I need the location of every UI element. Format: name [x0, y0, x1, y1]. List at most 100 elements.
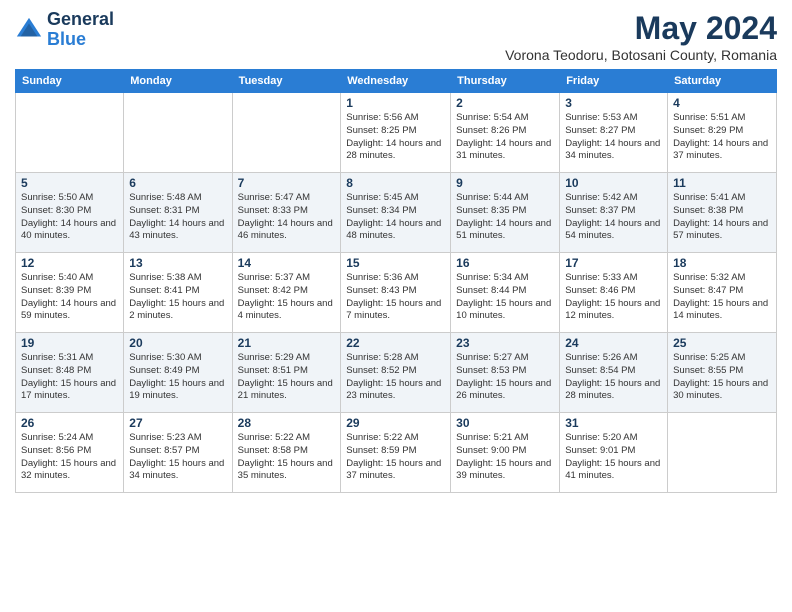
cell-week2-day1: 6 Sunrise: 5:48 AM Sunset: 8:31 PM Daylig…: [124, 173, 232, 253]
day-number: 6: [129, 176, 226, 190]
calendar-body: 1 Sunrise: 5:56 AM Sunset: 8:25 PM Daylig…: [16, 93, 777, 493]
day-number: 30: [456, 416, 554, 430]
week-row-5: 26 Sunrise: 5:24 AM Sunset: 8:56 PM Dayli…: [16, 413, 777, 493]
day-number: 15: [346, 256, 445, 270]
logo-general-text: General: [47, 9, 114, 29]
week-row-4: 19 Sunrise: 5:31 AM Sunset: 8:48 PM Dayli…: [16, 333, 777, 413]
logo: General Blue: [15, 10, 114, 50]
day-number: 28: [238, 416, 336, 430]
cell-week3-day5: 17 Sunrise: 5:33 AM Sunset: 8:46 PM Dayli…: [560, 253, 668, 333]
cell-week1-day0: [16, 93, 124, 173]
day-info: Sunrise: 5:42 AM Sunset: 8:37 PM Dayligh…: [565, 192, 662, 243]
day-number: 20: [129, 336, 226, 350]
day-info: Sunrise: 5:41 AM Sunset: 8:38 PM Dayligh…: [673, 192, 771, 243]
cell-week4-day1: 20Sunrise: 5:30 AM Sunset: 8:49 PM Dayli…: [124, 333, 232, 413]
col-saturday: Saturday: [668, 70, 777, 93]
day-number: 1: [346, 96, 445, 110]
cell-week3-day4: 16 Sunrise: 5:34 AM Sunset: 8:44 PM Dayli…: [451, 253, 560, 333]
day-number: 7: [238, 176, 336, 190]
cell-week1-day1: [124, 93, 232, 173]
day-number: 8: [346, 176, 445, 190]
cell-week2-day5: 10 Sunrise: 5:42 AM Sunset: 8:37 PM Dayli…: [560, 173, 668, 253]
day-number: 13: [129, 256, 226, 270]
day-number: 25: [673, 336, 771, 350]
day-info: Sunrise: 5:28 AM Sunset: 8:52 PM Dayligh…: [346, 352, 445, 403]
cell-week2-day2: 7 Sunrise: 5:47 AM Sunset: 8:33 PM Daylig…: [232, 173, 341, 253]
day-info: Sunrise: 5:23 AM Sunset: 8:57 PM Dayligh…: [129, 432, 226, 483]
day-number: 2: [456, 96, 554, 110]
day-number: 16: [456, 256, 554, 270]
day-number: 3: [565, 96, 662, 110]
day-number: 19: [21, 336, 118, 350]
day-number: 14: [238, 256, 336, 270]
cell-week1-day6: 4 Sunrise: 5:51 AM Sunset: 8:29 PM Daylig…: [668, 93, 777, 173]
cell-week2-day3: 8Sunrise: 5:45 AM Sunset: 8:34 PM Daylig…: [341, 173, 451, 253]
logo-icon: [15, 16, 43, 44]
day-info: Sunrise: 5:34 AM Sunset: 8:44 PM Dayligh…: [456, 272, 554, 323]
day-info: Sunrise: 5:31 AM Sunset: 8:48 PM Dayligh…: [21, 352, 118, 403]
day-number: 4: [673, 96, 771, 110]
col-thursday: Thursday: [451, 70, 560, 93]
col-tuesday: Tuesday: [232, 70, 341, 93]
header-row: Sunday Monday Tuesday Wednesday Thursday…: [16, 70, 777, 93]
day-number: 9: [456, 176, 554, 190]
cell-week3-day0: 12 Sunrise: 5:40 AM Sunset: 8:39 PM Dayli…: [16, 253, 124, 333]
day-number: 26: [21, 416, 118, 430]
cell-week2-day6: 11 Sunrise: 5:41 AM Sunset: 8:38 PM Dayli…: [668, 173, 777, 253]
day-number: 27: [129, 416, 226, 430]
day-number: 5: [21, 176, 118, 190]
cell-week2-day4: 9Sunrise: 5:44 AM Sunset: 8:35 PM Daylig…: [451, 173, 560, 253]
month-year-title: May 2024: [505, 10, 777, 47]
cell-week4-day6: 25 Sunrise: 5:25 AM Sunset: 8:55 PM Dayli…: [668, 333, 777, 413]
cell-week3-day2: 14 Sunrise: 5:37 AM Sunset: 8:42 PM Dayli…: [232, 253, 341, 333]
cell-week3-day1: 13Sunrise: 5:38 AM Sunset: 8:41 PM Dayli…: [124, 253, 232, 333]
calendar-table: Sunday Monday Tuesday Wednesday Thursday…: [15, 69, 777, 493]
page: General Blue May 2024 Vorona Teodoru, Bo…: [0, 0, 792, 612]
cell-week4-day4: 23 Sunrise: 5:27 AM Sunset: 8:53 PM Dayli…: [451, 333, 560, 413]
week-row-3: 12 Sunrise: 5:40 AM Sunset: 8:39 PM Dayli…: [16, 253, 777, 333]
cell-week5-day0: 26 Sunrise: 5:24 AM Sunset: 8:56 PM Dayli…: [16, 413, 124, 493]
day-number: 18: [673, 256, 771, 270]
day-number: 21: [238, 336, 336, 350]
col-wednesday: Wednesday: [341, 70, 451, 93]
day-number: 23: [456, 336, 554, 350]
cell-week5-day2: 28 Sunrise: 5:22 AM Sunset: 8:58 PM Dayli…: [232, 413, 341, 493]
day-number: 11: [673, 176, 771, 190]
cell-week5-day5: 31Sunrise: 5:20 AM Sunset: 9:01 PM Dayli…: [560, 413, 668, 493]
cell-week3-day6: 18Sunrise: 5:32 AM Sunset: 8:47 PM Dayli…: [668, 253, 777, 333]
calendar-header: Sunday Monday Tuesday Wednesday Thursday…: [16, 70, 777, 93]
cell-week1-day4: 2Sunrise: 5:54 AM Sunset: 8:26 PM Daylig…: [451, 93, 560, 173]
cell-week4-day3: 22Sunrise: 5:28 AM Sunset: 8:52 PM Dayli…: [341, 333, 451, 413]
day-info: Sunrise: 5:25 AM Sunset: 8:55 PM Dayligh…: [673, 352, 771, 403]
day-info: Sunrise: 5:27 AM Sunset: 8:53 PM Dayligh…: [456, 352, 554, 403]
day-info: Sunrise: 5:51 AM Sunset: 8:29 PM Dayligh…: [673, 112, 771, 163]
day-info: Sunrise: 5:24 AM Sunset: 8:56 PM Dayligh…: [21, 432, 118, 483]
day-number: 31: [565, 416, 662, 430]
cell-week4-day2: 21Sunrise: 5:29 AM Sunset: 8:51 PM Dayli…: [232, 333, 341, 413]
title-block: May 2024 Vorona Teodoru, Botosani County…: [505, 10, 777, 63]
day-info: Sunrise: 5:36 AM Sunset: 8:43 PM Dayligh…: [346, 272, 445, 323]
location-subtitle: Vorona Teodoru, Botosani County, Romania: [505, 47, 777, 63]
day-info: Sunrise: 5:47 AM Sunset: 8:33 PM Dayligh…: [238, 192, 336, 243]
day-info: Sunrise: 5:22 AM Sunset: 8:58 PM Dayligh…: [238, 432, 336, 483]
day-info: Sunrise: 5:21 AM Sunset: 9:00 PM Dayligh…: [456, 432, 554, 483]
logo-blue-text: Blue: [47, 29, 86, 49]
day-number: 12: [21, 256, 118, 270]
day-info: Sunrise: 5:40 AM Sunset: 8:39 PM Dayligh…: [21, 272, 118, 323]
day-info: Sunrise: 5:26 AM Sunset: 8:54 PM Dayligh…: [565, 352, 662, 403]
day-number: 24: [565, 336, 662, 350]
col-friday: Friday: [560, 70, 668, 93]
cell-week1-day3: 1 Sunrise: 5:56 AM Sunset: 8:25 PM Daylig…: [341, 93, 451, 173]
cell-week2-day0: 5 Sunrise: 5:50 AM Sunset: 8:30 PM Daylig…: [16, 173, 124, 253]
day-info: Sunrise: 5:56 AM Sunset: 8:25 PM Dayligh…: [346, 112, 445, 163]
day-info: Sunrise: 5:48 AM Sunset: 8:31 PM Dayligh…: [129, 192, 226, 243]
cell-week5-day6: [668, 413, 777, 493]
logo-text: General Blue: [47, 10, 114, 50]
day-info: Sunrise: 5:50 AM Sunset: 8:30 PM Dayligh…: [21, 192, 118, 243]
col-sunday: Sunday: [16, 70, 124, 93]
day-info: Sunrise: 5:37 AM Sunset: 8:42 PM Dayligh…: [238, 272, 336, 323]
day-number: 10: [565, 176, 662, 190]
day-info: Sunrise: 5:33 AM Sunset: 8:46 PM Dayligh…: [565, 272, 662, 323]
day-info: Sunrise: 5:53 AM Sunset: 8:27 PM Dayligh…: [565, 112, 662, 163]
day-number: 17: [565, 256, 662, 270]
